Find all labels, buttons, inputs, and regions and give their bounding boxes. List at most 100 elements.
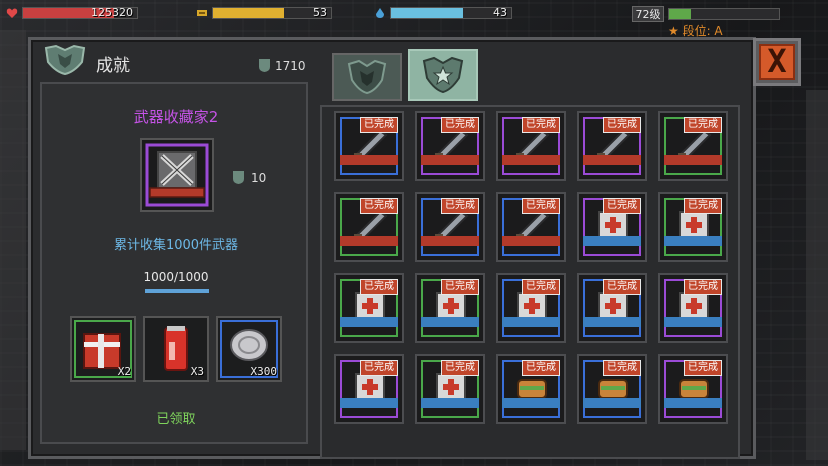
completed-badge: 已完成 [441,117,479,133]
reward-qty: X3 [190,365,204,378]
completed-badge: 已完成 [603,279,641,295]
ribbon-banner [340,317,398,327]
completed-badge: 已完成 [603,360,641,376]
reward-item[interactable]: X2 [70,316,136,382]
energy-bar: 53 [212,6,332,19]
ribbon-banner [583,155,641,165]
water-bar: 43 [390,6,512,19]
achievement-cell[interactable]: 已完成 [658,111,728,181]
achievement-cell[interactable]: 已完成 [496,273,566,343]
claim-status: 已领取 [156,412,196,427]
tab-star[interactable] [408,49,478,101]
ribbon-banner [502,155,560,165]
achievement-cell[interactable]: 已完成 [496,111,566,181]
achievement-cell[interactable]: 已完成 [577,111,647,181]
ribbon-banner [664,236,722,246]
star-shield-icon [422,56,464,94]
completed-badge: 已完成 [360,198,398,214]
achievement-reward-points: 10 [232,170,266,185]
completed-badge: 已完成 [360,360,398,376]
reward-item[interactable]: X300 [216,316,282,382]
completed-badge: 已完成 [522,279,560,295]
ribbon-banner [664,155,722,165]
achievement-grid: 已完成 已完成 已完成 已完成 已完成 已完成 已完成 已完成 已完成 已完成 已完成 已完成 已完成已… [320,105,740,459]
completed-badge: 已完成 [441,198,479,214]
completed-badge: 已完成 [522,198,560,214]
achievement-points: 1710 [258,58,306,73]
completed-badge: 已完成 [684,117,722,133]
completed-badge: 已完成 [522,117,560,133]
progress-text: 1000/1000 [143,270,209,284]
achievement-name: 武器收藏家2 [133,108,219,126]
heart-icon [6,8,18,18]
points-shield-icon [259,59,270,72]
reward-points-value: 10 [251,170,267,185]
star-icon: ★ [668,24,683,38]
hp-value: 125320 [91,6,133,19]
shield-badge-icon [347,59,387,95]
points-value: 1710 [275,58,306,73]
achievement-cell[interactable]: 已完成 [496,354,566,424]
completed-badge: 已完成 [441,279,479,295]
achievement-description: 累计收集1000件武器 [113,238,239,253]
achievement-cell[interactable]: 已完成 [496,192,566,262]
achievement-cell[interactable]: 已完成 [334,354,404,424]
window-title: 成就 [96,56,130,76]
ribbon-banner [502,317,560,327]
completed-badge: 已完成 [360,117,398,133]
achievement-cell[interactable]: 已完成 [415,354,485,424]
tab-shield[interactable] [332,53,402,101]
hp-meter: 125320 [6,4,138,22]
hp-bar: 125320 [22,6,138,19]
achievement-cell[interactable]: 已完成 [658,354,728,424]
achievement-cell[interactable]: 已完成 [658,192,728,262]
achievement-cell[interactable]: 已完成 [415,192,485,262]
ribbon-banner [664,317,722,327]
water-value: 43 [493,6,507,19]
achievement-cell[interactable]: 已完成 [334,111,404,181]
completed-badge: 已完成 [684,360,722,376]
reward-qty: X300 [250,365,278,378]
ribbon-banner [421,398,479,408]
achievement-cell[interactable]: 已完成 [577,273,647,343]
completed-badge: 已完成 [684,198,722,214]
ribbon-banner [340,398,398,408]
ribbon-banner [502,398,560,408]
ribbon-banner [421,317,479,327]
rank-text: 段位: A [682,24,723,38]
completed-badge: 已完成 [522,360,560,376]
achievement-cell[interactable]: 已完成 [415,273,485,343]
achievement-cell[interactable]: 已完成 [658,273,728,343]
energy-icon [197,10,207,16]
player-level: 72级 [632,6,664,22]
ribbon-banner [421,236,479,246]
background-building-left [0,30,26,450]
achievement-cell[interactable]: 已完成 [334,192,404,262]
water-meter: 43 [374,4,512,22]
close-icon: X [759,44,795,80]
achievement-cell[interactable]: 已完成 [415,111,485,181]
achievement-cell[interactable]: 已完成 [577,354,647,424]
ribbon-banner [583,398,641,408]
crossed-blades-icon [145,143,209,207]
progress-bar [145,289,209,293]
reward-item[interactable]: X3 [143,316,209,382]
ribbon-banner [583,317,641,327]
completed-badge: 已完成 [684,279,722,295]
achievement-cell[interactable]: 已完成 [577,192,647,262]
xp-bar [668,8,780,20]
background-building-right [806,90,828,460]
ribbon-banner [664,398,722,408]
achievement-shield-icon [44,44,86,76]
ribbon-banner [340,155,398,165]
close-button[interactable]: X [753,38,801,86]
energy-value: 53 [313,6,327,19]
ribbon-banner [583,236,641,246]
achievement-cell[interactable]: 已完成 [334,273,404,343]
water-drop-icon [376,8,384,18]
energy-meter: 53 [196,4,332,22]
ribbon-banner [340,236,398,246]
completed-badge: 已完成 [603,198,641,214]
points-shield-icon [233,171,244,184]
ribbon-banner [421,155,479,165]
